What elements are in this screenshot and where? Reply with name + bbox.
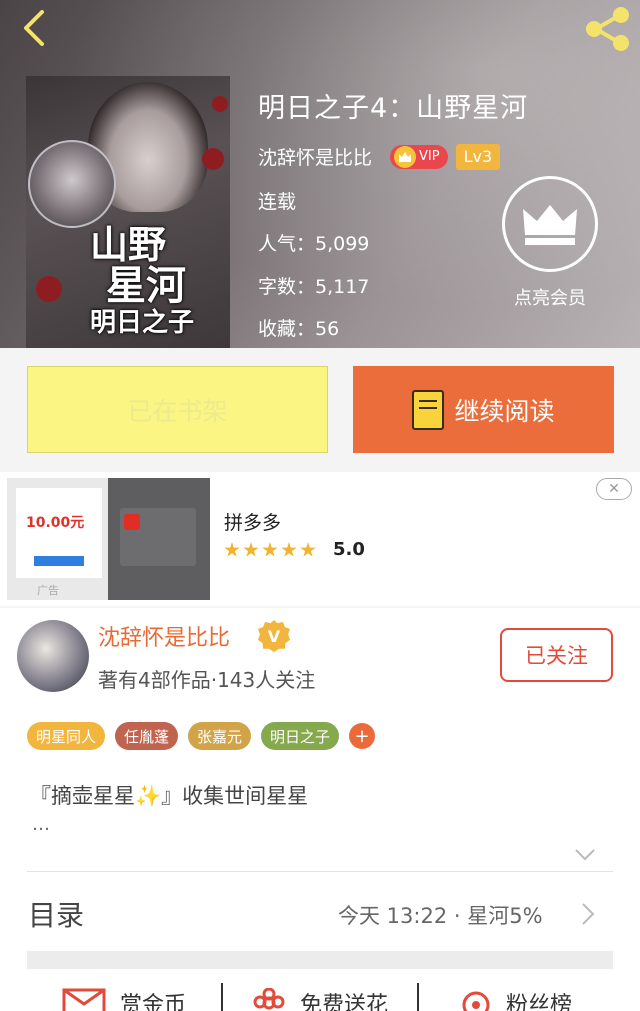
toc-latest-update[interactable]: 今天 13:22 · 星河5% [338,900,543,930]
author-name[interactable]: 沈辞怀是比比 [258,143,372,170]
close-icon[interactable]: ✕ [596,478,632,500]
book-header: 山野 星河 明日之子 明日之子4：山野星河 沈辞怀是比比 VIP Lv3 连载 … [0,0,640,348]
tag[interactable]: 明星同人 [27,722,106,750]
cover-title-art: 山野 星河 明日之子 [70,222,230,338]
reward-coin-label: 赏金币 [119,993,186,1011]
add-tag-button[interactable]: + [349,723,376,749]
rating-stars [224,542,316,558]
cover-title-line: 星河 [106,262,186,309]
cover-rose [212,96,228,112]
avatar[interactable] [17,620,89,692]
divider [27,871,613,872]
section-separator [27,951,613,969]
word-count: 字数：5,117 [258,276,370,298]
follow-button[interactable]: 已关注 [500,628,613,682]
bottom-action-bar: 赏金币 免费送花 粉丝榜 [27,983,613,1011]
chevron-down-icon[interactable] [574,848,596,862]
star-icon [262,542,278,557]
verified-icon: V [258,620,290,652]
tag[interactable]: 张嘉元 [188,722,252,750]
tag[interactable]: 任胤蓬 [115,722,179,750]
cover-rose [36,276,62,302]
continue-reading-button[interactable]: 继续阅读 [353,366,614,453]
popularity-count: 人气：5,099 [258,233,370,255]
book-description: 『摘壶星星✨』收集世间星星 [30,784,309,808]
back-arrow-icon[interactable] [18,8,58,48]
ad-banner[interactable]: 10.00元 广告 拼多多 5.0 ✕ [0,472,640,606]
star-icon [243,542,259,557]
crown-icon [523,205,577,245]
tag-list: 明星同人 任胤蓬 张嘉元 明日之子 + [27,722,376,750]
fans-ranking-label: 粉丝榜 [505,993,572,1011]
star-icon [224,542,240,557]
star-icon [281,542,297,557]
send-flower-label: 免费送花 [299,993,388,1011]
in-shelf-button[interactable]: 已在书架 [27,366,328,453]
cover-bubble-portrait [28,140,116,228]
book-icon [412,389,445,430]
ad-rating: 5.0 [333,539,365,560]
level-badge: Lv3 [455,143,501,170]
ad-card [120,508,196,566]
action-bar: 已在书架 继续阅读 [0,348,640,472]
vip-label: VIP [419,149,440,164]
crown-icon [394,145,417,168]
share-icon[interactable] [582,6,632,52]
toc-title[interactable]: 目录 [28,894,84,934]
fans-ranking-button[interactable]: 粉丝榜 [419,983,613,1011]
chevron-right-icon[interactable] [581,902,595,926]
member-label: 点亮会员 [514,288,586,309]
book-title: 明日之子4：山野星河 [258,93,529,124]
ad-card-text: 10.00元 [26,515,85,531]
book-cover[interactable]: 山野 星河 明日之子 [26,76,230,348]
vip-badge: VIP [390,144,448,169]
tag[interactable]: 明日之子 [261,722,340,750]
ad-label: 广告 [37,584,59,597]
favorites-count: 收藏：56 [258,318,340,340]
reward-coin-button[interactable]: 赏金币 [27,983,223,1011]
author-line: 沈辞怀是比比 VIP Lv3 [258,143,501,170]
ad-card-button [34,556,84,566]
ad-card: 10.00元 [16,488,102,578]
author-card-name[interactable]: 沈辞怀是比比 [98,620,230,652]
member-crown-button[interactable] [502,176,598,272]
star-icon [300,542,316,557]
serial-status: 连载 [258,191,297,213]
cover-title-line: 山野 [90,222,167,267]
flower-icon [253,988,285,1010]
medal-icon [462,991,490,1011]
envelope-icon [62,988,106,1011]
app-logo-icon [124,514,140,530]
send-flower-button[interactable]: 免费送花 [223,983,419,1011]
author-stats: 著有4部作品·143人关注 [98,668,316,692]
author-section: 沈辞怀是比比 V 著有4部作品·143人关注 已关注 明星同人 任胤蓬 张嘉元 … [0,608,640,1011]
ad-image [108,478,210,600]
ad-app-name: 拼多多 [224,512,282,534]
cover-title-line: 明日之子 [90,308,195,338]
ad-image: 10.00元 广告 [7,478,108,600]
description-ellipsis: … [32,814,50,835]
continue-reading-label: 继续阅读 [454,396,555,426]
cover-rose [202,148,224,170]
